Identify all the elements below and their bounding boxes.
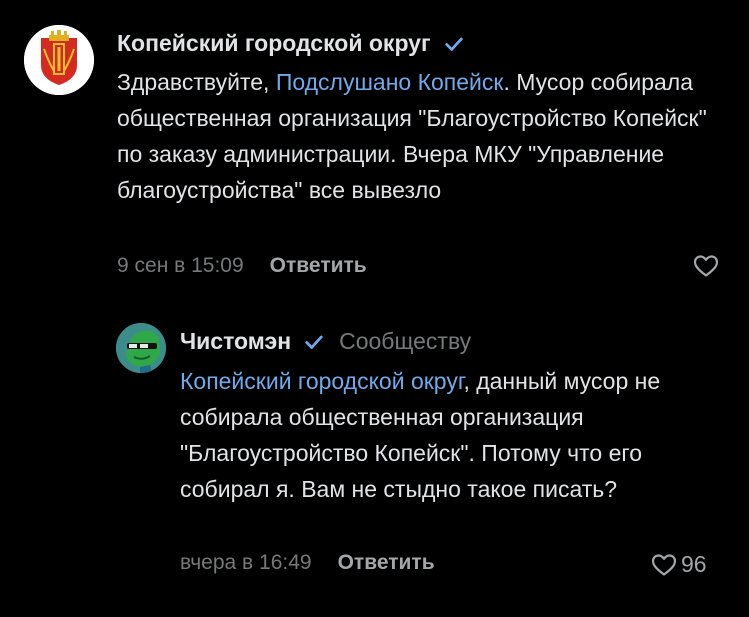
comment-text-start: Здравствуйте,: [117, 69, 276, 95]
author-name[interactable]: Чистомэн: [180, 328, 291, 355]
heart-icon: [651, 553, 677, 576]
comment-text: Копейский городской округ, данный мусор …: [180, 363, 720, 507]
avatar-kopeysk-coat-of-arms[interactable]: [24, 25, 94, 95]
cartoon-character-icon: [116, 323, 166, 373]
mention-link[interactable]: Копейский городской округ: [180, 368, 463, 394]
avatar-chistomen[interactable]: [116, 323, 166, 373]
verified-check-icon: [305, 335, 323, 349]
like-button[interactable]: [693, 254, 723, 278]
verified-check-icon: [444, 37, 463, 51]
comment-text: Здравствуйте, Подслушано Копейск. Мусор …: [117, 64, 727, 208]
reply-button[interactable]: Ответить: [338, 551, 435, 575]
like-button[interactable]: 96: [651, 551, 707, 578]
comment-meta: вчера в 16:49 Ответить: [180, 551, 435, 575]
author-name[interactable]: Копейский городской округ: [117, 30, 431, 57]
comment-timestamp[interactable]: вчера в 16:49: [180, 551, 312, 575]
mention-link[interactable]: Подслушано Копейск: [276, 69, 504, 95]
reply-to-label[interactable]: Сообществу: [339, 328, 471, 355]
comment-author[interactable]: Чистомэн Сообществу: [180, 328, 471, 355]
comment-timestamp[interactable]: 9 сен в 15:09: [117, 254, 244, 278]
reply-button[interactable]: Ответить: [270, 254, 367, 278]
heart-icon: [693, 255, 719, 277]
like-count: 96: [681, 551, 707, 577]
comment-meta: 9 сен в 15:09 Ответить: [117, 254, 367, 278]
coat-of-arms-icon: [24, 25, 94, 95]
comment-author[interactable]: Копейский городской округ: [117, 30, 465, 57]
